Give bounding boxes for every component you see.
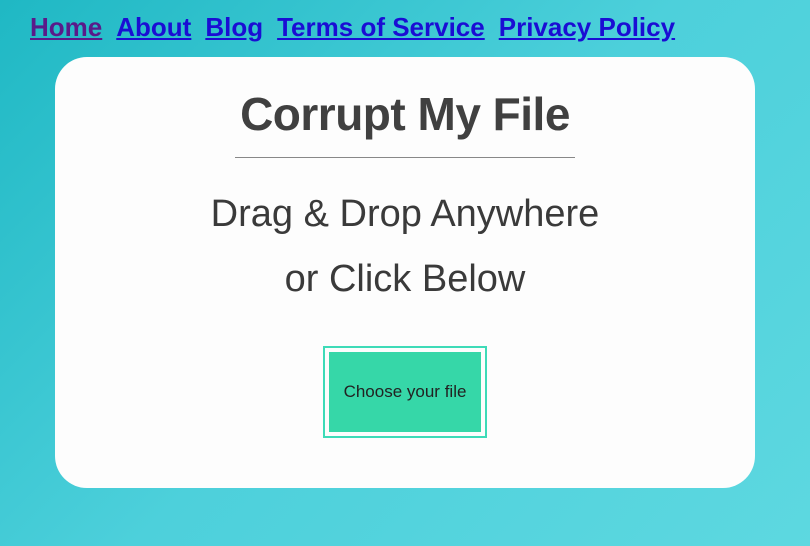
- choose-file-frame: Choose your file: [323, 346, 487, 438]
- page-title: Corrupt My File: [95, 87, 715, 141]
- nav-link-home[interactable]: Home: [30, 12, 102, 43]
- subtitle-line-1: Drag & Drop Anywhere: [95, 186, 715, 243]
- nav-link-about[interactable]: About: [116, 12, 191, 43]
- title-divider: [235, 157, 575, 158]
- top-nav: Home About Blog Terms of Service Privacy…: [0, 0, 810, 51]
- choose-file-button[interactable]: Choose your file: [329, 352, 481, 432]
- subtitle-line-2: or Click Below: [95, 251, 715, 308]
- main-card: Corrupt My File Drag & Drop Anywhere or …: [55, 57, 755, 488]
- nav-link-terms[interactable]: Terms of Service: [277, 12, 485, 43]
- nav-link-blog[interactable]: Blog: [205, 12, 263, 43]
- nav-link-privacy[interactable]: Privacy Policy: [499, 12, 675, 43]
